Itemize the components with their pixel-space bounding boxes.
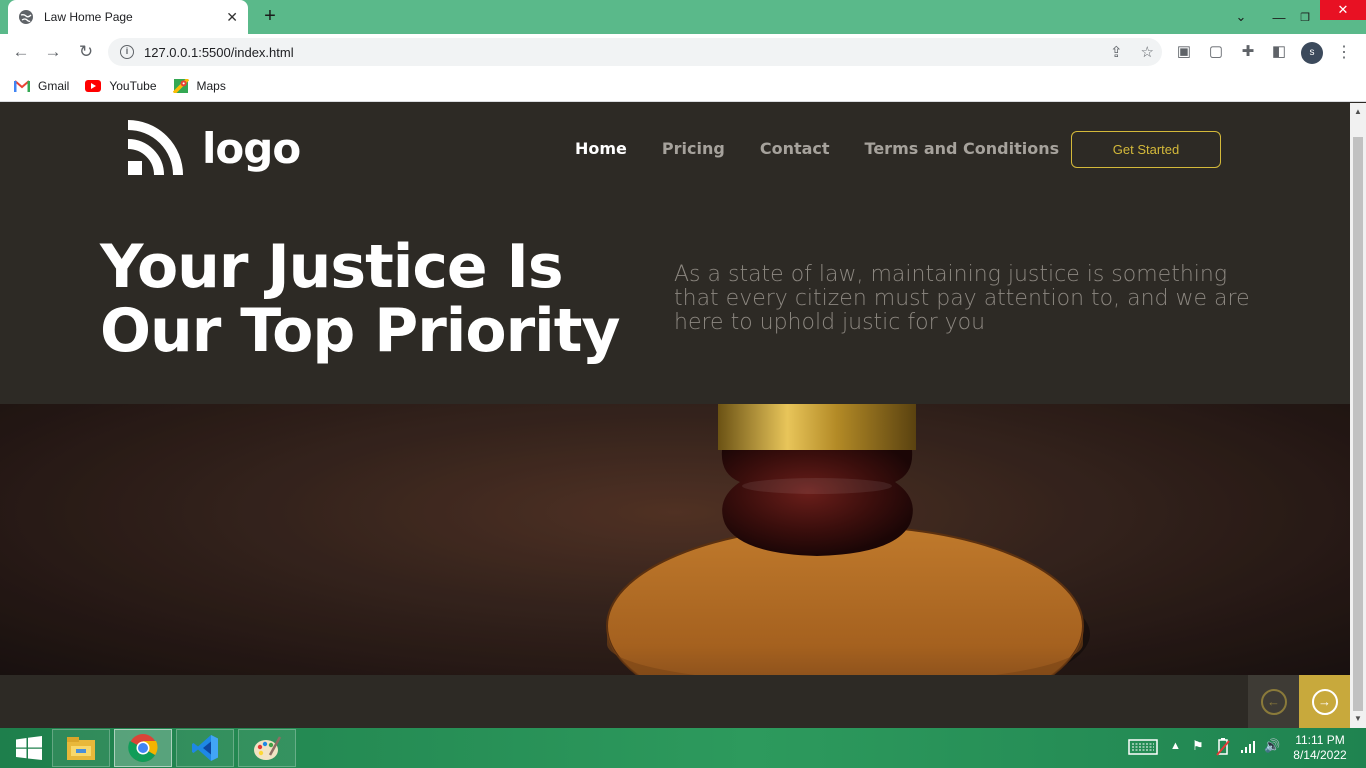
taskbar-file-explorer[interactable] — [52, 729, 110, 767]
window-close-icon[interactable]: ✕ — [1320, 0, 1366, 20]
browser-menu-icon[interactable]: ⋮ — [1336, 42, 1352, 62]
slider-prev-button[interactable]: ← — [1248, 675, 1299, 728]
clock-date: 8/14/2022 — [1293, 748, 1347, 762]
maps-icon — [172, 78, 189, 93]
site-info-icon[interactable]: i — [120, 45, 134, 59]
action-center-flag-icon[interactable]: ⚑ — [1192, 738, 1204, 758]
forward-icon[interactable]: → — [41, 40, 65, 64]
web-page: logo Home Pricing Contact Terms and Cond… — [0, 103, 1350, 728]
battery-icon[interactable] — [1216, 738, 1230, 758]
arrow-right-icon: → — [1311, 688, 1338, 715]
share-icon[interactable]: ⇪ — [1110, 43, 1123, 61]
gavel-hero-image — [0, 404, 1350, 675]
tab-close-icon[interactable]: ✕ — [226, 9, 238, 26]
clock-time: 11:11 PM — [1295, 733, 1345, 747]
taskbar-vscode[interactable] — [176, 729, 234, 767]
page-scrollbar[interactable]: ▲ ▼ — [1350, 103, 1366, 728]
vscode-icon — [192, 735, 218, 761]
back-icon[interactable]: ← — [9, 40, 33, 64]
youtube-icon — [85, 79, 102, 92]
restore-icon[interactable]: ❐ — [1294, 0, 1316, 34]
browser-tab[interactable]: Law Home Page ✕ — [8, 0, 248, 34]
hero-subtitle: As a state of law, maintaining justice i… — [674, 262, 1250, 335]
url-text[interactable]: 127.0.0.1:5500/index.html — [144, 45, 294, 60]
bookmark-label: Maps — [196, 78, 226, 93]
bookmark-label: YouTube — [109, 78, 157, 93]
extensions-puzzle-icon[interactable]: ✚ — [1237, 41, 1259, 63]
bookmark-label: Gmail — [38, 78, 70, 93]
scroll-up-icon[interactable]: ▲ — [1354, 107, 1362, 116]
scrollbar-thumb[interactable] — [1353, 137, 1363, 711]
site-logo[interactable]: logo — [126, 119, 301, 177]
nav-terms[interactable]: Terms and Conditions — [865, 139, 1060, 158]
chrome-icon — [128, 734, 158, 762]
cast-icon[interactable]: ▣ — [1173, 41, 1195, 63]
logo-text: logo — [202, 123, 301, 173]
nav-contact[interactable]: Contact — [760, 139, 830, 158]
browser-tab-strip: Law Home Page ✕ + ⌄ — ❐ ✕ — [0, 0, 1366, 34]
bookmark-youtube[interactable]: YouTube — [85, 78, 157, 93]
bookmarks-bar: Gmail YouTube Maps — [0, 70, 1366, 102]
tab-search-icon[interactable]: ⌄ — [1228, 0, 1254, 34]
show-hidden-icons[interactable]: ▲ — [1170, 740, 1181, 760]
network-signal-icon[interactable] — [1240, 738, 1256, 758]
nav-pricing[interactable]: Pricing — [662, 139, 725, 158]
get-started-button[interactable]: Get Started — [1071, 131, 1221, 168]
windows-taskbar: ▲ ⚑ 🔊 11:11 PM 8/14/2022 — [0, 728, 1366, 768]
slider-next-button[interactable]: → — [1299, 675, 1350, 728]
volume-icon[interactable]: 🔊 — [1264, 738, 1280, 758]
nav-home[interactable]: Home — [575, 139, 627, 158]
new-tab-button[interactable]: + — [258, 5, 282, 29]
tab-title: Law Home Page — [44, 10, 133, 24]
file-explorer-icon — [67, 737, 95, 760]
logo-rss-icon — [127, 120, 183, 176]
keyboard-icon[interactable] — [1128, 738, 1158, 758]
start-button[interactable] — [0, 729, 58, 767]
bookmark-star-icon[interactable]: ☆ — [1141, 43, 1154, 61]
main-nav: Home Pricing Contact Terms and Condition… — [575, 139, 1059, 158]
side-panel-icon[interactable]: ◧ — [1268, 41, 1290, 63]
gmail-icon — [14, 79, 30, 92]
reload-icon[interactable]: ↻ — [74, 40, 98, 64]
extension-box-icon[interactable]: ▢ — [1205, 41, 1227, 63]
bookmark-gmail[interactable]: Gmail — [14, 79, 69, 93]
profile-avatar[interactable]: s — [1301, 42, 1323, 64]
globe-icon — [19, 10, 33, 24]
bookmark-maps[interactable]: Maps — [172, 78, 226, 93]
system-clock[interactable]: 11:11 PM 8/14/2022 — [1290, 733, 1350, 763]
gavel-illustration — [0, 404, 1350, 675]
address-toolbar: ← → ↻ i 127.0.0.1:5500/index.html ⇪ ☆ ▣ … — [0, 34, 1366, 70]
taskbar-paint[interactable] — [238, 729, 296, 767]
taskbar-chrome[interactable] — [114, 729, 172, 767]
minimize-icon[interactable]: — — [1268, 0, 1290, 34]
arrow-left-icon: ← — [1260, 688, 1287, 715]
hero-title: Your Justice Is Our Top Priority — [100, 232, 621, 366]
start-icon — [16, 736, 42, 760]
paint-icon — [254, 736, 282, 760]
scroll-down-icon[interactable]: ▼ — [1354, 714, 1362, 723]
url-bar[interactable]: i 127.0.0.1:5500/index.html ⇪ ☆ — [108, 38, 1162, 66]
